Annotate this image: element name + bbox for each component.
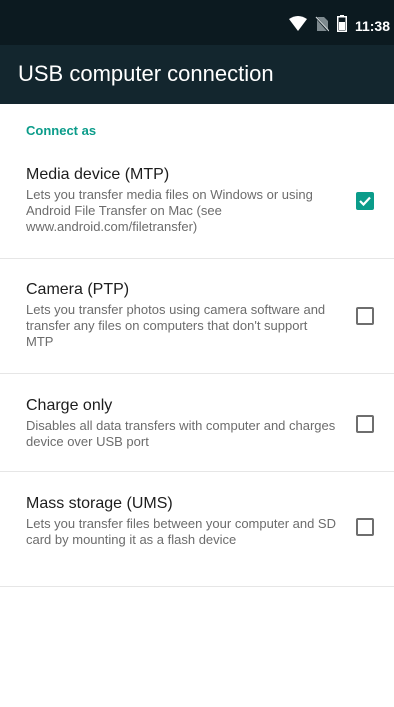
mass-storage-checkbox[interactable] [356,518,374,536]
option-title: Media device (MTP) [26,166,170,183]
option-text: Mass storage (UMS) Lets you transfer fil… [26,493,338,548]
no-sim-icon [314,14,330,37]
option-title: Charge only [26,397,113,414]
option-mass-storage-ums[interactable]: Mass storage (UMS) Lets you transfer fil… [0,472,394,587]
section-header: Connect as [26,123,97,138]
battery-icon [336,15,347,37]
app-bar: USB computer connection [0,45,394,104]
wifi-icon [288,15,307,37]
status-bar: 11:38 [0,0,394,45]
option-description: Disables all data transfers with compute… [26,418,336,449]
option-description: Lets you transfer photos using camera so… [26,302,326,349]
option-text: Media device (MTP) Lets you transfer med… [26,164,338,235]
option-title: Mass storage (UMS) [26,495,173,512]
checkmark-icon [359,196,371,207]
page-title: USB computer connection [18,61,274,86]
option-description: Lets you transfer files between your com… [26,516,336,547]
status-time: 11:38 [354,18,390,34]
option-charge-only[interactable]: Charge only Disables all data transfers … [0,374,394,472]
option-title: Camera (PTP) [26,281,130,298]
charge-only-checkbox[interactable] [356,415,374,433]
option-camera-ptp[interactable]: Camera (PTP) Lets you transfer photos us… [0,259,394,374]
option-media-device-mtp[interactable]: Media device (MTP) Lets you transfer med… [0,145,394,259]
camera-checkbox[interactable] [356,307,374,325]
option-text: Charge only Disables all data transfers … [26,395,338,450]
option-description: Lets you transfer media files on Windows… [26,187,313,234]
media-device-checkbox[interactable] [356,192,374,210]
option-text: Camera (PTP) Lets you transfer photos us… [26,279,338,350]
status-icons: 11:38 [288,14,390,37]
